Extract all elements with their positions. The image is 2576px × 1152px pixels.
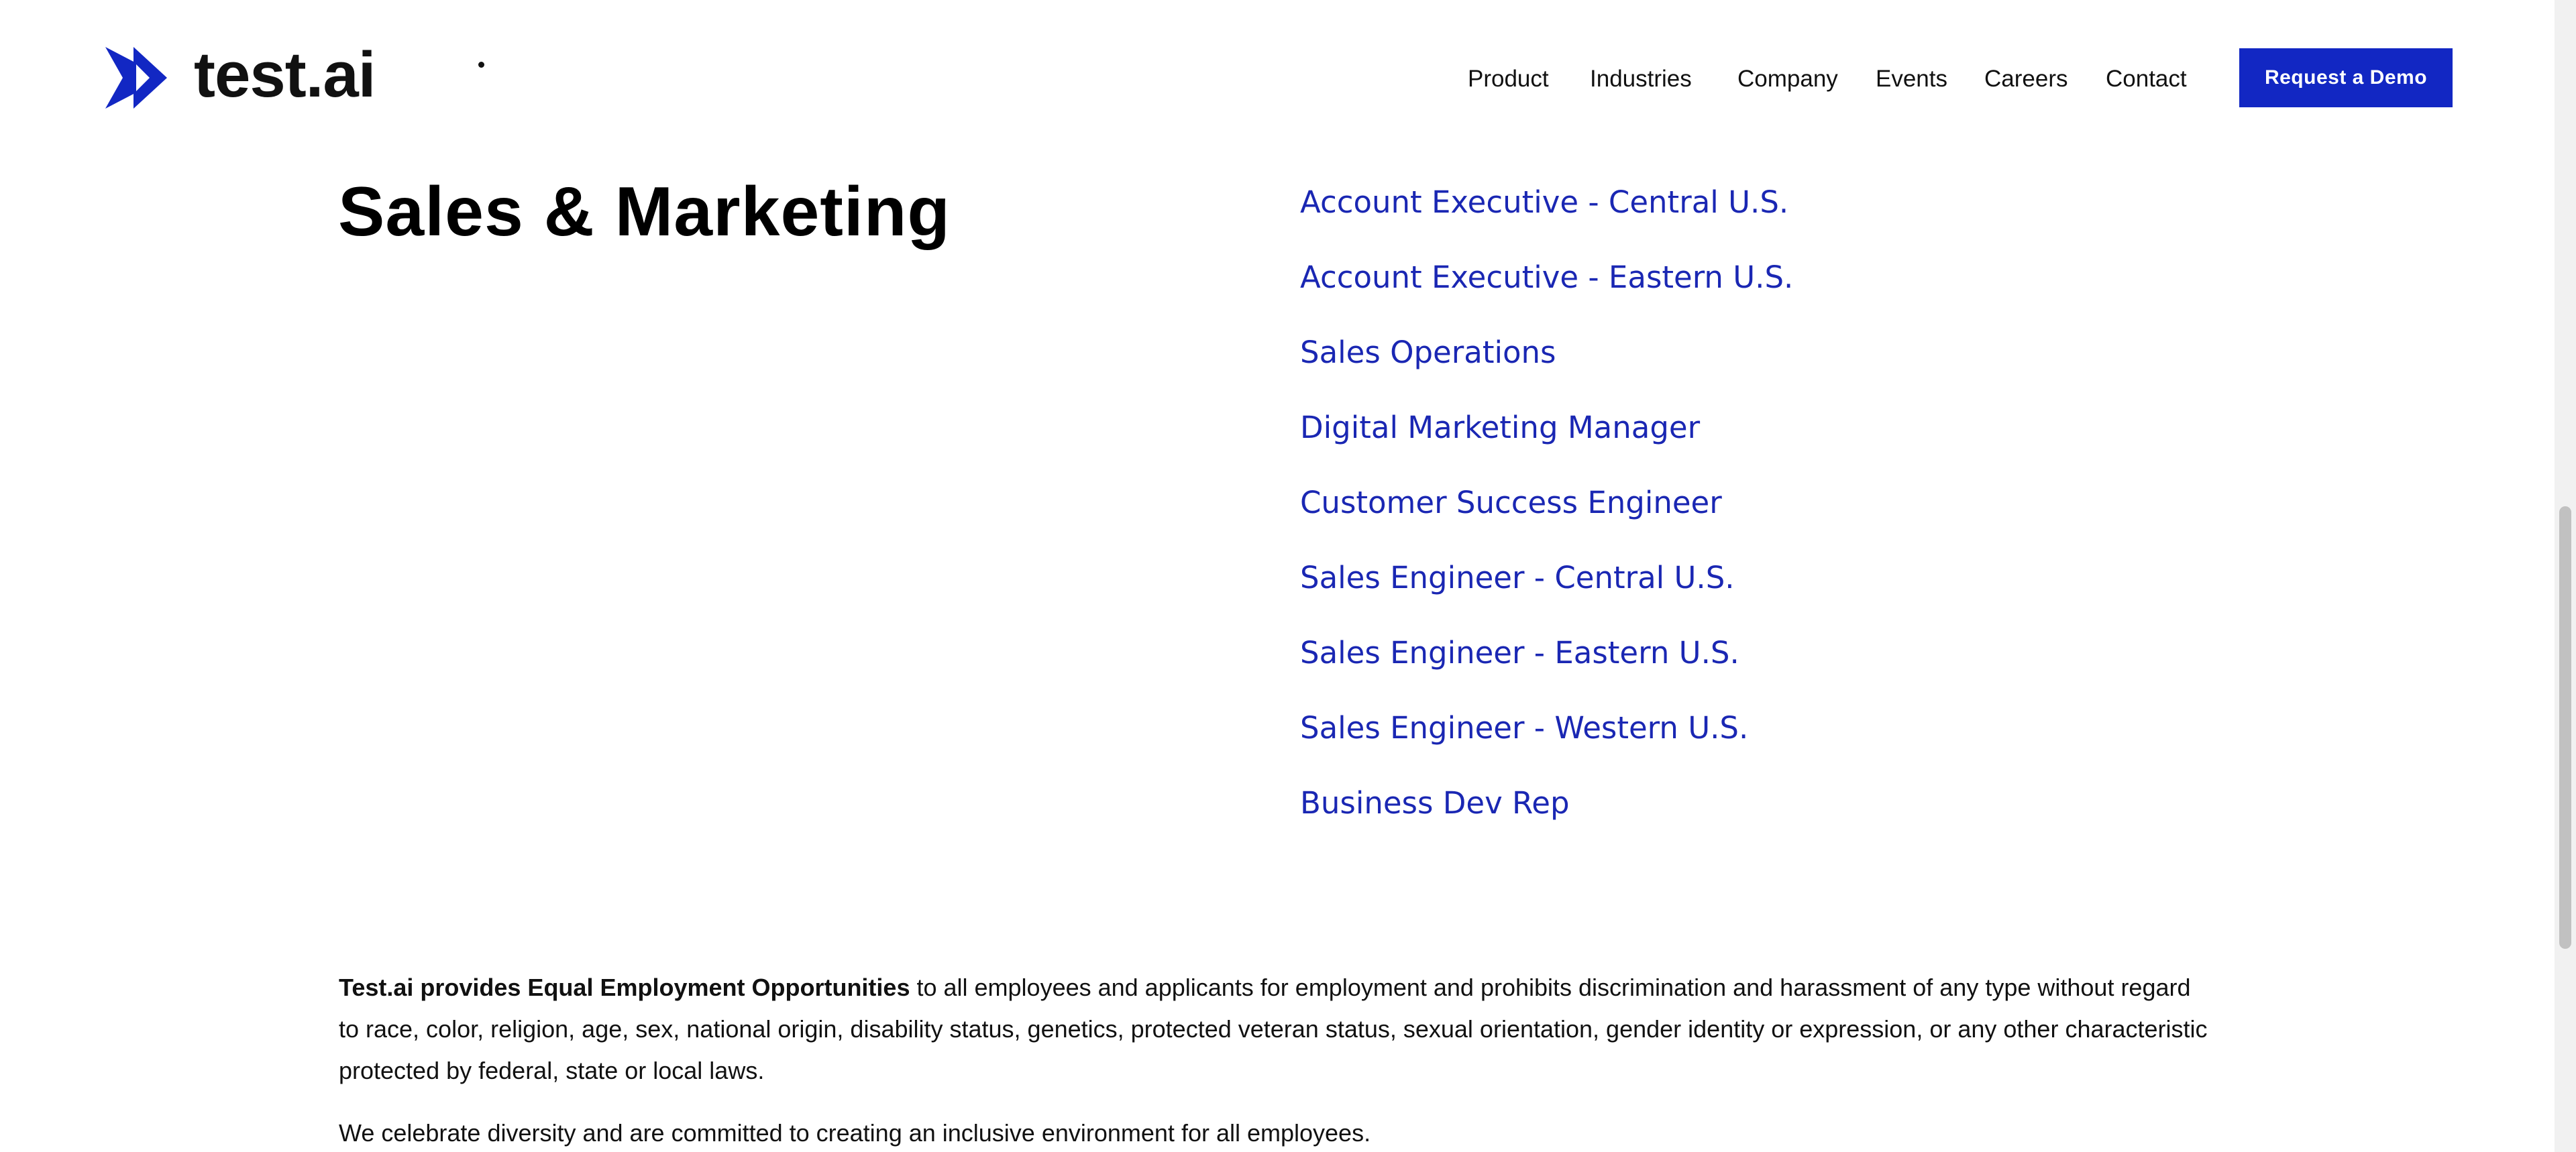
job-list-item: Digital Marketing Manager bbox=[1300, 408, 1793, 483]
job-link[interactable]: Customer Success Engineer bbox=[1300, 483, 1793, 558]
job-link[interactable]: Business Dev Rep bbox=[1300, 783, 1793, 858]
job-list-item: Business Dev Rep bbox=[1300, 783, 1793, 858]
scrollbar-thumb[interactable] bbox=[2559, 506, 2571, 949]
nav-company[interactable]: Company bbox=[1737, 64, 1838, 94]
job-link[interactable]: Digital Marketing Manager bbox=[1300, 408, 1793, 483]
nav-industries[interactable]: Industries bbox=[1590, 64, 1692, 94]
job-list-item: Sales Engineer - Eastern U.S. bbox=[1300, 633, 1793, 708]
page-scrollbar[interactable] bbox=[2555, 0, 2576, 1152]
logo-wordmark: test.ai bbox=[194, 39, 376, 111]
eeo-lead: Test.ai provides Equal Employment Opport… bbox=[339, 974, 910, 1001]
job-link[interactable]: Account Executive - Central U.S. bbox=[1300, 182, 1793, 257]
job-list-item: Sales Operations bbox=[1300, 333, 1793, 408]
nav-careers[interactable]: Careers bbox=[1984, 64, 2068, 94]
careers-page: test.ai Product Industries Company Event… bbox=[0, 0, 2576, 1152]
job-list-item: Sales Engineer - Central U.S. bbox=[1300, 558, 1793, 633]
diversity-statement: We celebrate diversity and are committed… bbox=[339, 1119, 1371, 1147]
job-link[interactable]: Sales Engineer - Western U.S. bbox=[1300, 708, 1793, 783]
job-list-item: Sales Engineer - Western U.S. bbox=[1300, 708, 1793, 783]
job-link[interactable]: Sales Operations bbox=[1300, 333, 1793, 408]
job-link[interactable]: Sales Engineer - Eastern U.S. bbox=[1300, 633, 1793, 708]
job-link[interactable]: Sales Engineer - Central U.S. bbox=[1300, 558, 1793, 633]
job-list-item: Account Executive - Eastern U.S. bbox=[1300, 257, 1793, 333]
section-title: Sales & Marketing bbox=[338, 173, 951, 251]
job-list: Account Executive - Central U.S. Account… bbox=[1300, 182, 1793, 858]
nav-contact[interactable]: Contact bbox=[2106, 64, 2187, 94]
test-ai-logo-icon bbox=[105, 47, 167, 109]
job-link[interactable]: Account Executive - Eastern U.S. bbox=[1300, 257, 1793, 333]
job-list-item: Customer Success Engineer bbox=[1300, 483, 1793, 558]
request-demo-button[interactable]: Request a Demo bbox=[2239, 48, 2453, 107]
eeo-statement: Test.ai provides Equal Employment Opport… bbox=[339, 967, 2210, 1092]
logo-link[interactable]: test.ai bbox=[105, 39, 484, 111]
nav-events[interactable]: Events bbox=[1876, 64, 1947, 94]
job-list-item: Account Executive - Central U.S. bbox=[1300, 182, 1793, 257]
logo-registered-dot bbox=[478, 62, 484, 68]
nav-product[interactable]: Product bbox=[1468, 64, 1549, 94]
